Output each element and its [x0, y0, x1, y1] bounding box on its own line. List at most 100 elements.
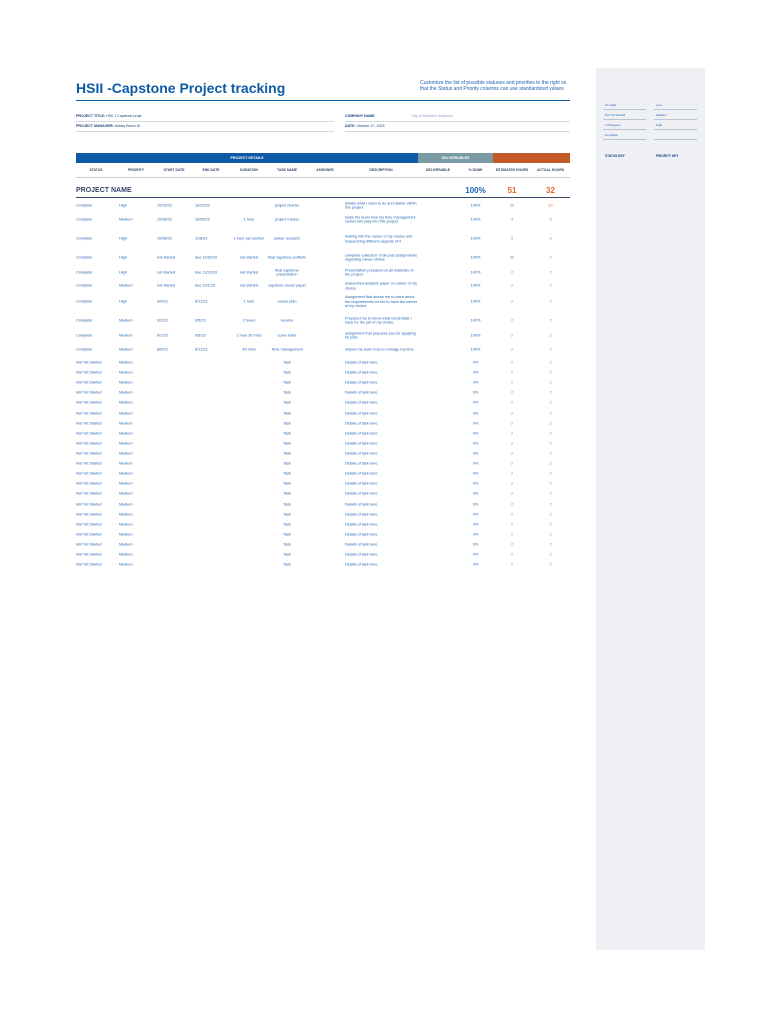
status-cell[interactable]: Not Yet Started: [76, 381, 116, 386]
actual-hours-cell[interactable]: 2: [531, 553, 570, 558]
priority-cell[interactable]: Medium: [119, 333, 155, 338]
estimated-hours-cell[interactable]: 2: [493, 553, 531, 558]
priority-cell[interactable]: Medium: [119, 284, 155, 289]
status-cell[interactable]: Complete: [76, 255, 116, 260]
estimated-hours-cell[interactable]: 2: [493, 412, 531, 417]
actual-hours-cell[interactable]: 2: [531, 401, 570, 406]
end-date-cell[interactable]: 11/8/23: [195, 237, 231, 242]
estimated-hours-cell[interactable]: 2: [493, 432, 531, 437]
start-date-cell[interactable]: 10/08/23: [157, 217, 193, 222]
priority-cell[interactable]: Medium: [119, 432, 155, 437]
task-name-cell[interactable]: Task: [268, 412, 306, 417]
percent-done-cell[interactable]: 100%: [458, 333, 493, 338]
start-date-cell[interactable]: 10/08/23: [157, 237, 193, 242]
actual-hours-cell[interactable]: 2: [531, 472, 570, 477]
task-name-cell[interactable]: Time management: [268, 348, 306, 353]
estimated-hours-cell[interactable]: 2: [493, 422, 531, 427]
actual-hours-cell[interactable]: 2: [531, 371, 570, 376]
percent-done-cell[interactable]: 0%: [458, 442, 493, 447]
estimated-hours-cell[interactable]: 2: [493, 348, 531, 353]
status-cell[interactable]: Not Yet Started: [76, 412, 116, 417]
end-date-cell[interactable]: 9/5/23: [195, 318, 231, 323]
task-name-cell[interactable]: Task: [268, 563, 306, 568]
description-cell[interactable]: Details of task here: [345, 563, 419, 568]
priority-cell[interactable]: Medium: [119, 563, 155, 568]
status-cell[interactable]: Complete: [76, 333, 116, 338]
priority-cell[interactable]: Medium: [119, 442, 155, 447]
task-name-cell[interactable]: Task: [268, 543, 306, 548]
description-cell[interactable]: details what I need to do and deliver wi…: [345, 201, 419, 210]
estimated-hours-cell[interactable]: 20: [493, 203, 531, 208]
actual-hours-cell[interactable]: 2: [531, 255, 570, 260]
status-key-item[interactable]: Not Yet Started: [605, 113, 625, 117]
estimated-hours-cell[interactable]: 2: [493, 503, 531, 508]
end-date-cell[interactable]: due 11/29/23: [195, 270, 231, 275]
task-name-cell[interactable]: Task: [268, 482, 306, 487]
actual-hours-cell[interactable]: 2: [531, 533, 570, 538]
description-cell[interactable]: Details of task here: [345, 422, 419, 427]
status-cell[interactable]: Not Yet Started: [76, 523, 116, 528]
status-cell[interactable]: Complete: [76, 300, 116, 305]
status-cell[interactable]: Not Yet Started: [76, 563, 116, 568]
task-name-cell[interactable]: Task: [268, 523, 306, 528]
actual-hours-cell[interactable]: 2: [531, 462, 570, 467]
start-date-cell[interactable]: not started: [157, 270, 193, 275]
percent-done-cell[interactable]: 0%: [458, 503, 493, 508]
percent-done-cell[interactable]: 0%: [458, 553, 493, 558]
estimated-hours-cell[interactable]: 2: [493, 482, 531, 487]
task-name-cell[interactable]: Task: [268, 533, 306, 538]
actual-hours-cell[interactable]: 2: [531, 432, 570, 437]
description-cell[interactable]: Details of task here: [345, 381, 419, 386]
estimated-hours-cell[interactable]: 2: [493, 533, 531, 538]
percent-done-cell[interactable]: 100%: [458, 217, 493, 222]
description-cell[interactable]: Details of task here: [345, 513, 419, 518]
task-name-cell[interactable]: Task: [268, 462, 306, 467]
actual-hours-cell[interactable]: 2: [531, 452, 570, 457]
estimated-hours-cell[interactable]: 2: [493, 462, 531, 467]
percent-done-cell[interactable]: 0%: [458, 543, 493, 548]
actual-hours-cell[interactable]: 2: [531, 513, 570, 518]
percent-done-cell[interactable]: 100%: [458, 237, 493, 242]
task-name-cell[interactable]: cover letter: [268, 333, 306, 338]
priority-cell[interactable]: Medium: [119, 523, 155, 528]
estimated-hours-cell[interactable]: 2: [493, 300, 531, 305]
estimated-hours-cell[interactable]: 2: [493, 543, 531, 548]
task-name-cell[interactable]: Task: [268, 432, 306, 437]
status-key-item[interactable]: In Progress: [605, 123, 620, 127]
percent-done-cell[interactable]: 0%: [458, 381, 493, 386]
start-date-cell[interactable]: not started: [157, 284, 193, 289]
estimated-hours-cell[interactable]: 20: [493, 255, 531, 260]
task-name-cell[interactable]: project charter: [268, 203, 306, 208]
status-cell[interactable]: Not Yet Started: [76, 533, 116, 538]
estimated-hours-cell[interactable]: 2: [493, 333, 531, 338]
status-cell[interactable]: Not Yet Started: [76, 442, 116, 447]
description-cell[interactable]: Details of task here: [345, 442, 419, 447]
actual-hours-cell[interactable]: 2: [531, 543, 570, 548]
estimated-hours-cell[interactable]: 5: [493, 237, 531, 242]
priority-cell[interactable]: Medium: [119, 412, 155, 417]
duration-cell[interactable]: not started: [230, 270, 268, 275]
duration-cell[interactable]: 40 mins: [230, 348, 268, 353]
task-name-cell[interactable]: Task: [268, 361, 306, 366]
estimated-hours-cell[interactable]: 2: [493, 371, 531, 376]
status-cell[interactable]: Not Yet Started: [76, 371, 116, 376]
start-date-cell[interactable]: not started: [157, 255, 193, 260]
task-name-cell[interactable]: career plan: [268, 300, 306, 305]
actual-hours-cell[interactable]: 2: [531, 482, 570, 487]
estimated-hours-cell[interactable]: 2: [493, 270, 531, 275]
priority-cell[interactable]: Medium: [119, 318, 155, 323]
duration-cell[interactable]: 1 hour 30 mins: [230, 333, 268, 338]
task-name-cell[interactable]: Task: [268, 492, 306, 497]
status-cell[interactable]: Complete: [76, 217, 116, 222]
priority-cell[interactable]: Medium: [119, 543, 155, 548]
priority-cell[interactable]: Medium: [119, 452, 155, 457]
actual-hours-cell[interactable]: 2: [531, 318, 570, 323]
priority-cell[interactable]: Medium: [119, 422, 155, 427]
actual-hours-cell[interactable]: 2: [531, 412, 570, 417]
start-date-cell[interactable]: 9/2/23: [157, 318, 193, 323]
actual-hours-cell[interactable]: 2: [531, 391, 570, 396]
priority-key-item[interactable]: Low: [656, 103, 662, 107]
status-cell[interactable]: Complete: [76, 237, 116, 242]
priority-cell[interactable]: High: [119, 300, 155, 305]
priority-cell[interactable]: Medium: [119, 533, 155, 538]
